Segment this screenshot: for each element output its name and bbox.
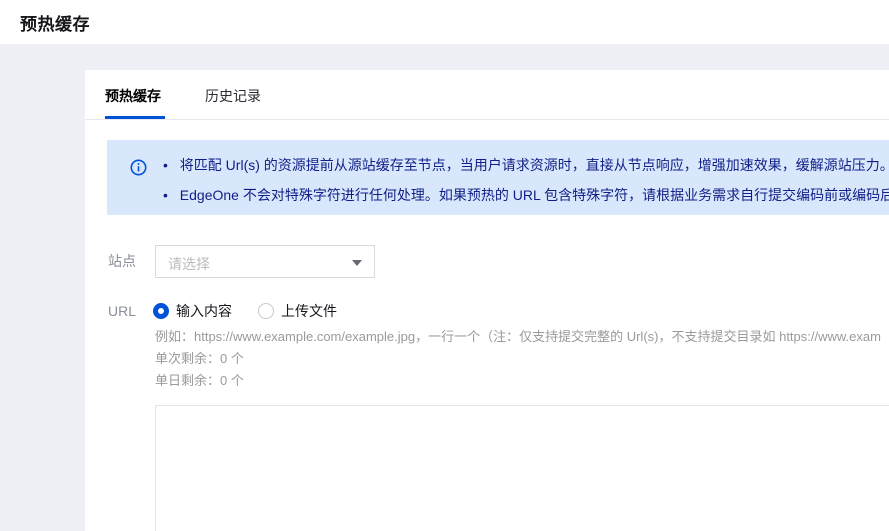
active-tab-underline — [105, 116, 165, 119]
site-field-label: 站点 — [108, 253, 136, 269]
radio-input-content-label: 输入内容 — [176, 303, 232, 319]
page-title: 预热缓存 — [20, 15, 90, 34]
quota-per-submit-label: 单次剩余： — [155, 351, 221, 366]
banner-line-2-text: EdgeOne 不会对特殊字符进行任何处理。如果预热的 URL 包含特殊字符，请… — [179, 187, 889, 203]
radio-selected-icon — [153, 303, 169, 319]
radio-upload-file-label: 上传文件 — [281, 303, 337, 319]
url-field-label: URL — [108, 303, 137, 319]
bullet-dot: • — [163, 157, 168, 173]
url-format-hint: 例如：https://www.example.com/example.jpg，一… — [155, 329, 881, 344]
banner-text-block: • 将匹配 Url(s) 的资源提前从源站缓存至节点，当用户请求资源时，直接从节… — [163, 140, 889, 210]
banner-line-2: • EdgeOne 不会对特殊字符进行任何处理。如果预热的 URL 包含特殊字符… — [163, 180, 889, 210]
top-header-bar: 预热缓存 — [0, 0, 889, 44]
url-list-textarea[interactable] — [155, 405, 889, 531]
chevron-down-icon — [352, 260, 362, 266]
bullet-dot: • — [163, 187, 168, 203]
banner-line-1: • 将匹配 Url(s) 的资源提前从源站缓存至节点，当用户请求资源时，直接从节… — [163, 150, 889, 180]
banner-line-1-text: 将匹配 Url(s) 的资源提前从源站缓存至节点，当用户请求资源时，直接从节点响… — [179, 157, 889, 173]
url-input-mode-radio-group: 输入内容 上传文件 — [153, 301, 337, 321]
radio-input-content[interactable]: 输入内容 — [153, 301, 232, 321]
tab-history[interactable]: 历史记录 — [205, 86, 261, 106]
quota-per-day-label: 单日剩余： — [155, 373, 221, 388]
tab-bar: 预热缓存 历史记录 — [85, 70, 889, 120]
tab-preheat-cache[interactable]: 预热缓存 — [105, 86, 161, 106]
quota-per-day-value: 0 个 — [220, 373, 244, 388]
radio-upload-file[interactable]: 上传文件 — [258, 301, 337, 321]
radio-unselected-icon — [258, 303, 274, 319]
quota-per-day: 单日剩余：0 个 — [155, 370, 244, 389]
site-select[interactable]: 请选择 — [155, 245, 375, 278]
quota-per-submit: 单次剩余：0 个 — [155, 348, 244, 367]
info-icon — [130, 159, 147, 176]
content-card: 预热缓存 历史记录 • 将匹配 Url(s) 的资源提前从源站缓存至节点，当用户… — [85, 70, 889, 531]
info-banner: • 将匹配 Url(s) 的资源提前从源站缓存至节点，当用户请求资源时，直接从节… — [107, 140, 889, 215]
site-select-placeholder: 请选择 — [168, 256, 210, 272]
quota-per-submit-value: 0 个 — [220, 351, 244, 366]
